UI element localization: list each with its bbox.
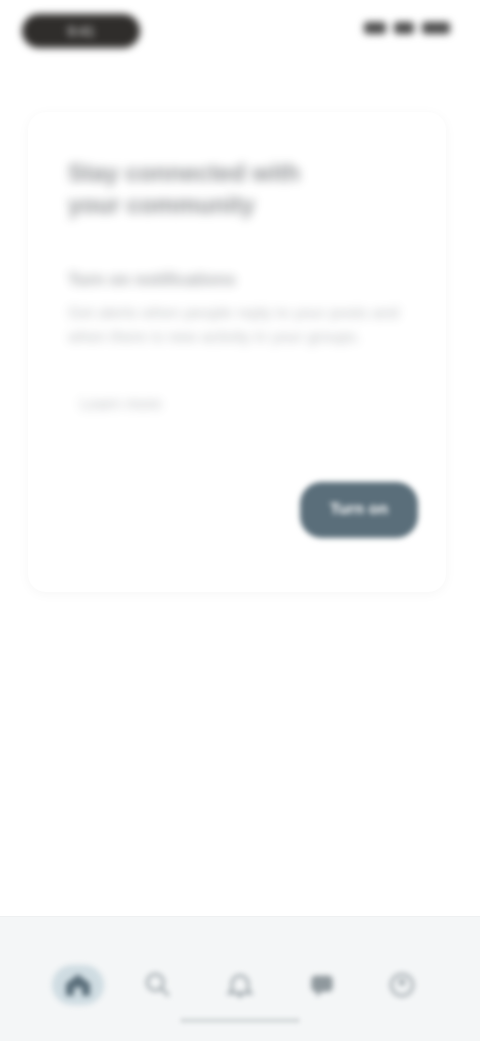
- chat-icon: [311, 975, 333, 997]
- status-time: 9:41: [67, 23, 95, 39]
- nav-item-notifications[interactable]: [210, 955, 270, 1015]
- home-icon: [66, 974, 90, 996]
- signal-icon: [364, 22, 386, 34]
- search-icon: [146, 973, 170, 997]
- primary-button[interactable]: Turn on: [300, 482, 418, 538]
- card-subtitle: Turn on notifications: [68, 270, 236, 289]
- nav-item-search[interactable]: [128, 955, 188, 1015]
- wifi-icon: [394, 22, 414, 34]
- bell-icon: [226, 974, 254, 998]
- notification-card: Stay connected with your community Turn …: [28, 112, 446, 592]
- nav-item-home[interactable]: [48, 955, 108, 1015]
- card-title: Stay connected with your community: [68, 160, 301, 219]
- nav-item-profile[interactable]: [372, 955, 432, 1015]
- home-indicator-bar: [180, 1018, 300, 1023]
- battery-icon: [422, 22, 450, 34]
- status-icons: [364, 22, 450, 34]
- nav-item-messages[interactable]: [292, 955, 352, 1015]
- status-time-pill: 9:41: [22, 14, 140, 48]
- card-body: Get alerts when people reply to your pos…: [68, 305, 399, 346]
- learn-more-link[interactable]: Learn more: [80, 396, 162, 414]
- status-bar: 9:41: [0, 0, 480, 64]
- profile-icon: [390, 973, 414, 997]
